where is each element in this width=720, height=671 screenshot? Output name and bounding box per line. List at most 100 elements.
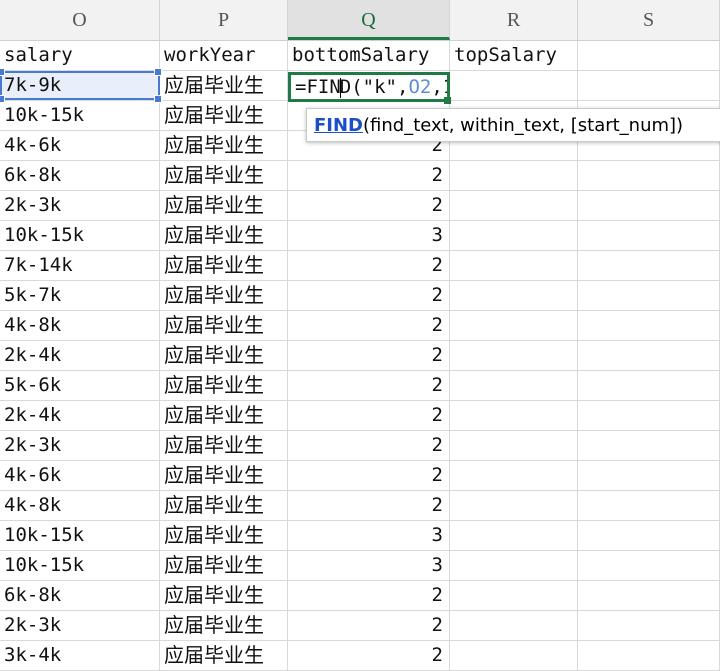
cell-workyear[interactable]: 应届毕业生 — [160, 221, 288, 250]
column-header-s[interactable]: S — [578, 0, 720, 40]
cell-salary[interactable]: 2k-4k — [0, 401, 160, 430]
cell-s[interactable] — [578, 521, 720, 550]
selection-handle[interactable] — [154, 95, 162, 103]
cell-bottomsalary[interactable]: 2 — [288, 461, 450, 490]
cell-s[interactable] — [578, 251, 720, 280]
cell-bottomsalary[interactable]: 2 — [288, 281, 450, 310]
cell-s[interactable] — [578, 221, 720, 250]
cell-topsalary[interactable] — [450, 581, 578, 610]
cell-topsalary-header[interactable]: topSalary — [450, 41, 578, 70]
cell-topsalary[interactable] — [450, 71, 578, 100]
cell-salary[interactable]: 2k-3k — [0, 611, 160, 640]
cell-salary[interactable]: 10k-15k — [0, 551, 160, 580]
cell-salary[interactable]: 6k-8k — [0, 161, 160, 190]
cell-workyear[interactable]: 应届毕业生 — [160, 71, 288, 100]
cell-topsalary[interactable] — [450, 251, 578, 280]
cell-s[interactable] — [578, 191, 720, 220]
cell-s[interactable] — [578, 461, 720, 490]
cell-salary[interactable]: 6k-8k — [0, 581, 160, 610]
cell-salary[interactable]: 2k-3k — [0, 431, 160, 460]
cell-bottomsalary[interactable]: 2 — [288, 311, 450, 340]
cell-s[interactable] — [578, 581, 720, 610]
cell-s-header[interactable] — [578, 41, 720, 70]
cell-workyear[interactable]: 应届毕业生 — [160, 611, 288, 640]
cell-s[interactable] — [578, 341, 720, 370]
cell-salary[interactable]: 5k-7k — [0, 281, 160, 310]
cell-topsalary[interactable] — [450, 311, 578, 340]
cell-salary[interactable]: 4k-8k — [0, 491, 160, 520]
cell-salary[interactable]: 10k-15k — [0, 101, 160, 130]
cell-s[interactable] — [578, 611, 720, 640]
cell-workyear[interactable]: 应届毕业生 — [160, 581, 288, 610]
cell-workyear[interactable]: 应届毕业生 — [160, 191, 288, 220]
cell-workyear[interactable]: 应届毕业生 — [160, 281, 288, 310]
cell-topsalary[interactable] — [450, 371, 578, 400]
cell-workyear[interactable]: 应届毕业生 — [160, 311, 288, 340]
cell-workyear[interactable]: 应届毕业生 — [160, 101, 288, 130]
cell-salary[interactable]: 2k-3k — [0, 191, 160, 220]
cell-s[interactable] — [578, 431, 720, 460]
cell-workyear-header[interactable]: workYear — [160, 41, 288, 70]
cell-bottomsalary[interactable]: 3 — [288, 221, 450, 250]
cell-topsalary[interactable] — [450, 431, 578, 460]
cell-bottomsalary[interactable]: 2 — [288, 371, 450, 400]
cell-bottomsalary[interactable]: 2 — [288, 341, 450, 370]
cell-salary[interactable]: 2k-4k — [0, 341, 160, 370]
formula-edit-cell[interactable]: =FIND("k",O2,1) — [288, 72, 450, 102]
cell-topsalary[interactable] — [450, 491, 578, 520]
cell-topsalary[interactable] — [450, 281, 578, 310]
cell-s[interactable] — [578, 551, 720, 580]
cell-bottomsalary[interactable]: 3 — [288, 521, 450, 550]
cell-salary[interactable]: 5k-6k — [0, 371, 160, 400]
cell-workyear[interactable]: 应届毕业生 — [160, 251, 288, 280]
cell-workyear[interactable]: 应届毕业生 — [160, 341, 288, 370]
cell-topsalary[interactable] — [450, 401, 578, 430]
selection-handle[interactable] — [154, 68, 162, 76]
cell-topsalary[interactable] — [450, 521, 578, 550]
column-header-q[interactable]: Q — [288, 0, 450, 40]
column-header-p[interactable]: P — [160, 0, 288, 40]
selection-handle[interactable] — [0, 95, 5, 103]
cell-bottomsalary-header[interactable]: bottomSalary — [288, 41, 450, 70]
cell-bottomsalary[interactable]: 2 — [288, 491, 450, 520]
cell-s[interactable] — [578, 161, 720, 190]
cell-bottomsalary[interactable]: 2 — [288, 641, 450, 670]
edit-cell-fill-handle[interactable] — [444, 97, 451, 104]
cell-topsalary[interactable] — [450, 161, 578, 190]
cell-workyear[interactable]: 应届毕业生 — [160, 491, 288, 520]
cell-salary[interactable]: 4k-8k — [0, 311, 160, 340]
cell-workyear[interactable]: 应届毕业生 — [160, 431, 288, 460]
cell-s[interactable] — [578, 371, 720, 400]
cell-workyear[interactable]: 应届毕业生 — [160, 521, 288, 550]
function-name-link[interactable]: FIND — [314, 115, 363, 136]
column-header-r[interactable]: R — [450, 0, 578, 40]
selection-handle[interactable] — [0, 68, 5, 76]
cell-bottomsalary[interactable]: 2 — [288, 161, 450, 190]
cell-topsalary[interactable] — [450, 221, 578, 250]
cell-bottomsalary[interactable]: 2 — [288, 581, 450, 610]
cell-salary[interactable]: 10k-15k — [0, 221, 160, 250]
cell-workyear[interactable]: 应届毕业生 — [160, 371, 288, 400]
cell-bottomsalary[interactable]: 2 — [288, 431, 450, 460]
cell-salary[interactable]: 10k-15k — [0, 521, 160, 550]
cell-salary[interactable]: 4k-6k — [0, 461, 160, 490]
cell-topsalary[interactable] — [450, 611, 578, 640]
cell-s[interactable] — [578, 401, 720, 430]
cell-salary[interactable]: 3k-4k — [0, 641, 160, 670]
cell-s[interactable] — [578, 491, 720, 520]
cell-salary-header[interactable]: salary — [0, 41, 160, 70]
cell-topsalary[interactable] — [450, 191, 578, 220]
cell-s[interactable] — [578, 71, 720, 100]
cell-workyear[interactable]: 应届毕业生 — [160, 461, 288, 490]
column-header-o[interactable]: O — [0, 0, 160, 40]
cell-workyear[interactable]: 应届毕业生 — [160, 641, 288, 670]
cell-bottomsalary[interactable]: 2 — [288, 191, 450, 220]
cell-bottomsalary[interactable]: 2 — [288, 251, 450, 280]
cell-s[interactable] — [578, 311, 720, 340]
cell-topsalary[interactable] — [450, 551, 578, 580]
cell-topsalary[interactable] — [450, 461, 578, 490]
cell-bottomsalary[interactable]: 3 — [288, 551, 450, 580]
cell-topsalary[interactable] — [450, 641, 578, 670]
cell-bottomsalary[interactable]: 2 — [288, 611, 450, 640]
cell-s[interactable] — [578, 641, 720, 670]
